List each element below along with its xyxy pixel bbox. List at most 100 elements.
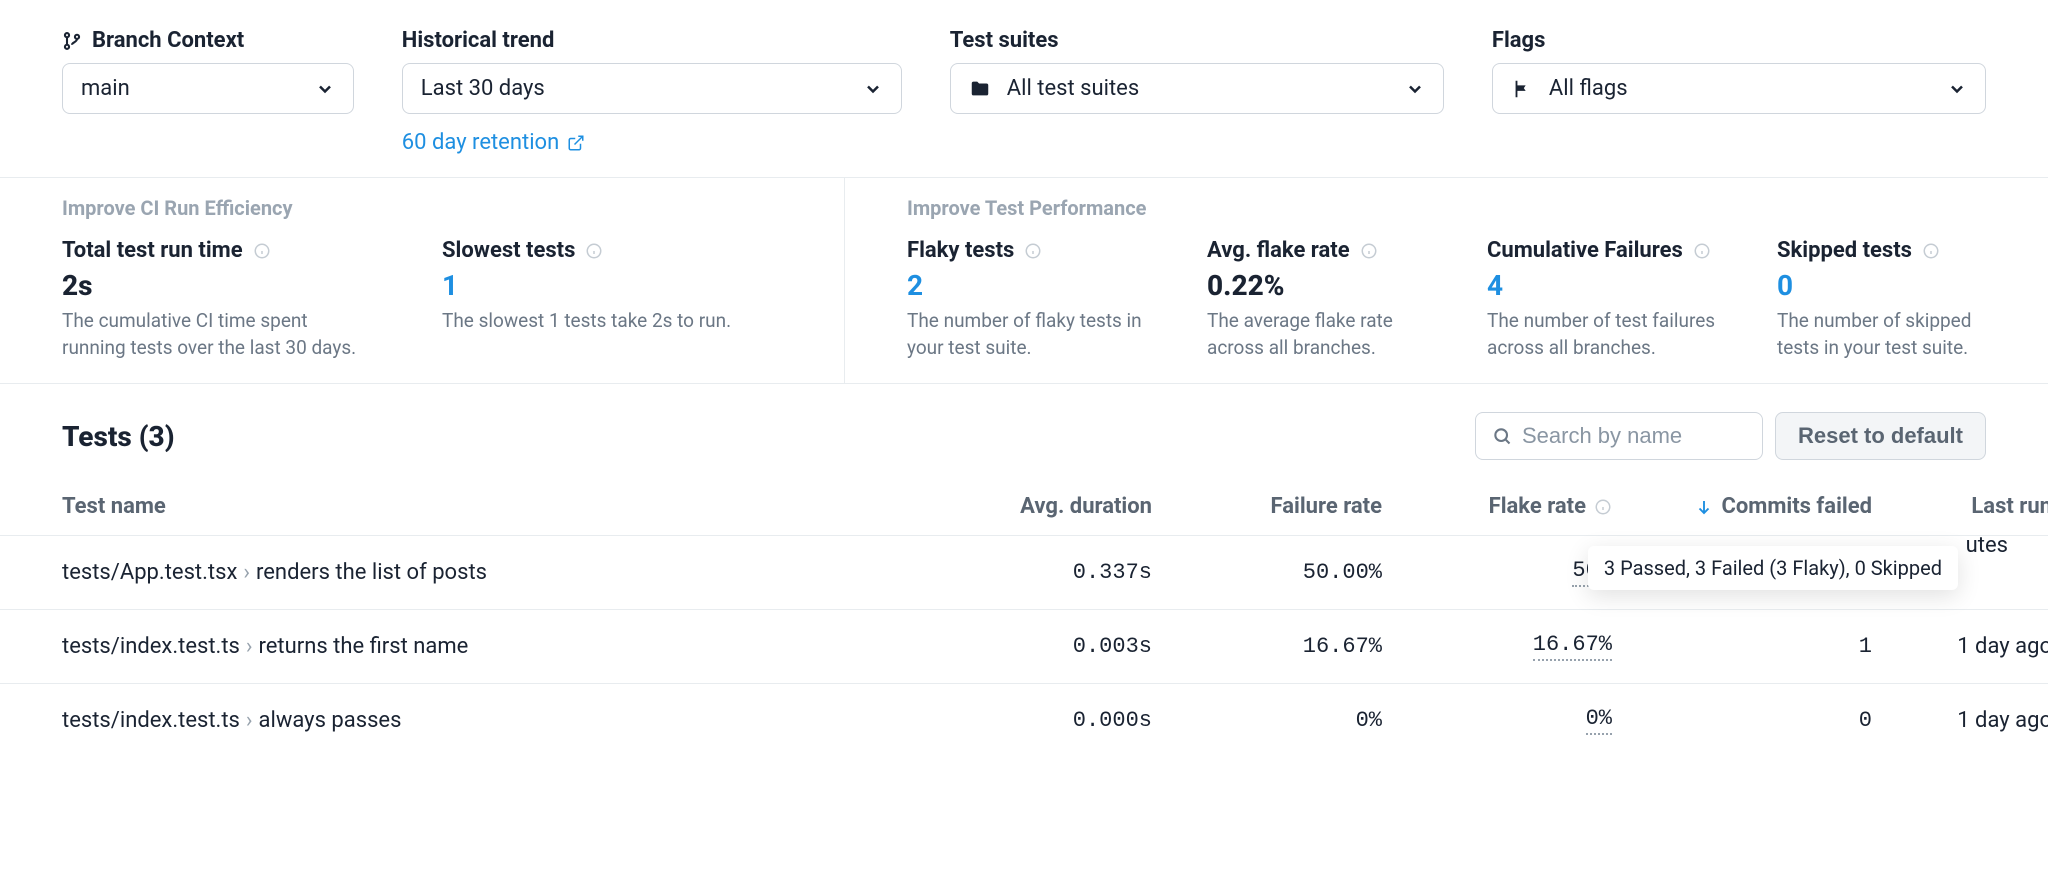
metric-total-time-desc: The cumulative CI time spent running tes… [62, 308, 372, 361]
cell-failure: 50.00% [1152, 560, 1382, 585]
metric-slowest: Slowest tests 1 The slowest 1 tests take… [442, 238, 782, 361]
folder-icon [969, 78, 991, 100]
metric-skipped: Skipped tests 0 The number of skipped te… [1777, 238, 2007, 361]
metrics-perf-cards: Flaky tests 2 The number of flaky tests … [907, 238, 2007, 361]
filter-branch: Branch Context main [62, 28, 354, 155]
metrics-group-perf: Improve Test Performance Flaky tests 2 T… [845, 178, 2048, 383]
cell-failure: 16.67% [1152, 634, 1382, 659]
metric-flaky: Flaky tests 2 The number of flaky tests … [907, 238, 1167, 361]
table-header: Test name Avg. duration Failure rate Fla… [0, 478, 2048, 536]
info-icon[interactable] [1024, 242, 1042, 260]
branch-select[interactable]: main [62, 63, 354, 114]
tests-controls: Reset to default [1475, 412, 1986, 460]
table-row[interactable]: tests/index.test.ts›always passes 0.000s… [0, 684, 2048, 757]
metric-avg-flake-title: Avg. flake rate [1207, 238, 1350, 263]
metric-slowest-title: Slowest tests [442, 238, 575, 263]
chevron-down-icon [863, 79, 883, 99]
reset-button[interactable]: Reset to default [1775, 412, 1986, 460]
cell-duration: 0.337s [922, 560, 1152, 585]
metric-total-time: Total test run time 2s The cumulative CI… [62, 238, 402, 361]
metric-skipped-title: Skipped tests [1777, 238, 1912, 263]
metrics-ci-cards: Total test run time 2s The cumulative CI… [62, 238, 782, 361]
filter-flags: Flags All flags [1492, 28, 1986, 155]
filter-branch-label: Branch Context [92, 28, 244, 53]
metrics-group-ci-title: Improve CI Run Efficiency [62, 196, 782, 220]
chevron-down-icon [1405, 79, 1425, 99]
search-input[interactable] [1522, 423, 1810, 449]
col-flake[interactable]: Flake rate [1382, 494, 1612, 519]
info-icon[interactable] [1594, 498, 1612, 516]
tests-header: Tests (3) Reset to default [0, 384, 2048, 478]
table-row[interactable]: tests/App.test.tsx›renders the list of p… [0, 536, 2048, 610]
metric-avg-flake-value: 0.22% [1207, 269, 1447, 302]
col-commits[interactable]: Commits failed [1612, 494, 1872, 519]
col-commits-text: Commits failed [1721, 494, 1872, 519]
metrics-group-perf-title: Improve Test Performance [907, 196, 2007, 220]
flags-select[interactable]: All flags [1492, 63, 1986, 114]
filter-branch-label-row: Branch Context [62, 28, 354, 53]
filter-suites: Test suites All test suites [950, 28, 1444, 155]
arrow-down-icon [1695, 498, 1713, 516]
col-name[interactable]: Test name [62, 494, 922, 519]
cell-flake: 50% [1382, 558, 1612, 587]
info-icon[interactable] [253, 242, 271, 260]
cell-lastrun: 1 day ago [1872, 708, 2048, 733]
suites-select-value: All test suites [1007, 76, 1139, 101]
metric-skipped-desc: The number of skipped tests in your test… [1777, 308, 2007, 361]
metric-slowest-value[interactable]: 1 [442, 269, 782, 302]
filter-flags-label: Flags [1492, 28, 1986, 53]
test-name: tests/App.test.tsx›renders the list of p… [62, 560, 922, 585]
metric-total-time-title: Total test run time [62, 238, 243, 263]
search-box[interactable] [1475, 412, 1763, 460]
cell-duration: 0.000s [922, 708, 1152, 733]
flags-select-value: All flags [1549, 76, 1628, 101]
metric-cumulative-title: Cumulative Failures [1487, 238, 1683, 263]
filter-trend-label: Historical trend [402, 28, 902, 53]
tests-title: Tests (3) [62, 420, 175, 453]
metric-avg-flake-desc: The average flake rate across all branch… [1207, 308, 1447, 361]
info-icon[interactable] [1922, 242, 1940, 260]
branch-select-value: main [81, 76, 130, 101]
test-name: tests/index.test.ts›always passes [62, 708, 922, 733]
col-flake-text: Flake rate [1489, 494, 1586, 519]
branch-icon [62, 31, 82, 51]
metric-total-time-value: 2s [62, 269, 402, 302]
metric-cumulative-value[interactable]: 4 [1487, 269, 1737, 302]
external-link-icon [567, 134, 585, 152]
filters-row: Branch Context main Historical trend Las… [0, 0, 2048, 167]
cell-flake: 16.67% [1382, 632, 1612, 661]
metric-cumulative-desc: The number of test failures across all b… [1487, 308, 1737, 361]
tests-table: Test name Avg. duration Failure rate Fla… [0, 478, 2048, 757]
col-duration[interactable]: Avg. duration [922, 494, 1152, 519]
cell-commits: 0 [1612, 708, 1872, 733]
metric-flaky-desc: The number of flaky tests in your test s… [907, 308, 1167, 361]
metrics-row: Improve CI Run Efficiency Total test run… [0, 177, 2048, 384]
page-root: Branch Context main Historical trend Las… [0, 0, 2048, 757]
retention-link[interactable]: 60 day retention [402, 130, 902, 155]
test-name: tests/index.test.ts›returns the first na… [62, 634, 922, 659]
metric-slowest-desc: The slowest 1 tests take 2s to run. [442, 308, 752, 335]
metric-flaky-title: Flaky tests [907, 238, 1014, 263]
trend-select[interactable]: Last 30 days [402, 63, 902, 114]
info-icon[interactable] [1693, 242, 1711, 260]
cell-commits: 1 [1612, 634, 1872, 659]
info-icon[interactable] [585, 242, 603, 260]
metric-skipped-value[interactable]: 0 [1777, 269, 2007, 302]
filter-suites-label: Test suites [950, 28, 1444, 53]
filter-trend: Historical trend Last 30 days 60 day ret… [402, 28, 902, 155]
partial-text: utes [1966, 533, 2008, 558]
trend-select-value: Last 30 days [421, 76, 545, 101]
chevron-down-icon [1947, 79, 1967, 99]
metric-flaky-value[interactable]: 2 [907, 269, 1167, 302]
cell-duration: 0.003s [922, 634, 1152, 659]
row-tooltip: 3 Passed, 3 Failed (3 Flaky), 0 Skipped [1588, 546, 1958, 590]
retention-link-text: 60 day retention [402, 130, 559, 155]
chevron-down-icon [315, 79, 335, 99]
search-icon [1492, 426, 1512, 446]
suites-select[interactable]: All test suites [950, 63, 1444, 114]
cell-flake: 0% [1382, 706, 1612, 735]
col-lastrun[interactable]: Last run [1872, 494, 2048, 519]
info-icon[interactable] [1360, 242, 1378, 260]
col-failure[interactable]: Failure rate [1152, 494, 1382, 519]
table-row[interactable]: tests/index.test.ts›returns the first na… [0, 610, 2048, 684]
